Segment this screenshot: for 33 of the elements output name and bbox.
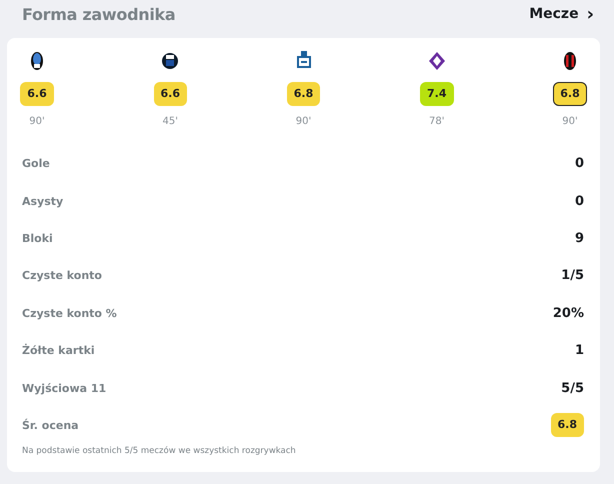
stat-label: Gole [22, 157, 50, 170]
rating-badge[interactable]: 7.4 [420, 82, 454, 106]
rating-badge[interactable]: 6.6 [154, 82, 187, 106]
minutes-played: 45' [162, 116, 178, 127]
section-title: Forma zawodnika [22, 4, 176, 24]
stat-label: Czyste konto [22, 269, 102, 282]
rating-badge[interactable]: 6.8 [286, 82, 320, 106]
rating-badge: 6.8 [550, 413, 584, 438]
crest-icon [162, 50, 178, 72]
stat-value: 9 [574, 230, 584, 246]
stat-value: 0 [574, 156, 584, 172]
crest-icon [428, 50, 445, 72]
stat-label: Wyjściowa 11 [22, 382, 106, 395]
stat-value: 5/5 [561, 380, 584, 396]
minutes-played: 90' [296, 116, 312, 127]
rating-badge[interactable]: 6.6 [20, 82, 54, 106]
crest-icon [562, 50, 578, 72]
minutes-played: 90' [562, 116, 578, 127]
stat-label: Czyste konto % [22, 306, 117, 320]
stat-value: 1 [574, 343, 584, 358]
stat-label: Żółte kartki [22, 344, 95, 358]
stat-value: 0 [574, 194, 584, 209]
crest-icon [29, 50, 45, 72]
footnote: Na podstawie ostatnich 5/5 meczów we wszystkich rozgrywkach [22, 446, 297, 456]
minutes-played: 78' [429, 116, 444, 127]
stat-label: Bloki [22, 232, 53, 245]
stat-label: Asysty [22, 194, 64, 208]
stat-value: 20% [552, 306, 584, 321]
stat-label: Śr. ocena [22, 418, 79, 432]
matches-link[interactable]: Mecze › [529, 4, 594, 24]
stat-value: 1/5 [561, 268, 584, 284]
rating-badge[interactable]: 6.8 [553, 82, 587, 106]
minutes-played: 90' [29, 116, 45, 127]
